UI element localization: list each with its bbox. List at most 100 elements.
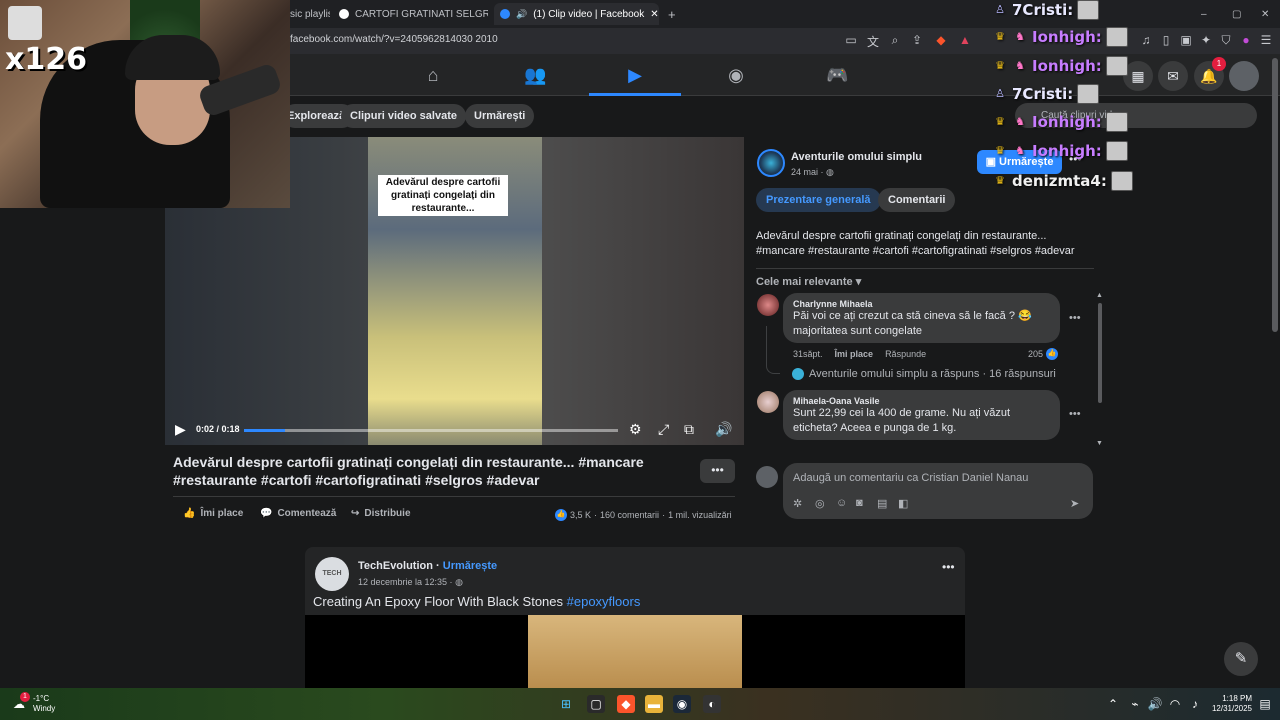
wifi-icon[interactable]: ◠ bbox=[1166, 695, 1184, 713]
play-icon[interactable]: ▶ bbox=[175, 421, 186, 438]
like-reaction-icon: 👍 bbox=[1046, 348, 1059, 360]
miniplayer-icon[interactable]: ⧉ bbox=[684, 421, 694, 438]
weather-widget[interactable]: -1°C Windy bbox=[33, 694, 55, 714]
weather-badge: 1 bbox=[20, 692, 30, 702]
groups-icon[interactable]: ◉ bbox=[725, 64, 747, 86]
file-explorer-icon[interactable]: ▬ bbox=[645, 695, 663, 713]
video-more-button[interactable]: ••• bbox=[700, 459, 735, 483]
url-field[interactable]: facebook.com/watch/?v=2405962814030 2010 bbox=[290, 34, 498, 45]
comment-more-icon[interactable]: ••• bbox=[1069, 312, 1081, 324]
comment-sort-dropdown[interactable]: Cele mai relevante ▾ bbox=[756, 275, 861, 288]
comment-composer[interactable]: Adaugă un comentariu ca Cristian Daniel … bbox=[783, 463, 1093, 519]
steam-icon[interactable]: ◉ bbox=[673, 695, 691, 713]
close-tab-icon[interactable]: ✕ bbox=[650, 9, 658, 20]
commenter-name[interactable]: Mihaela-Oana Vasile bbox=[793, 396, 1050, 406]
zoom-icon[interactable]: ⌕ bbox=[887, 33, 903, 48]
video-progress-bar[interactable] bbox=[244, 429, 618, 432]
comment-reply-button[interactable]: Răspunde bbox=[885, 349, 926, 359]
wallet-icon[interactable]: ▣ bbox=[1178, 33, 1194, 47]
send-icon[interactable]: ➤ bbox=[1070, 497, 1079, 510]
avatar-sticker-icon[interactable]: ✲ bbox=[793, 497, 802, 510]
thumbs-up-icon: 👍 bbox=[183, 508, 196, 519]
extensions-icon[interactable]: ✦ bbox=[1198, 33, 1214, 47]
tab-comments[interactable]: Comentarii bbox=[878, 188, 956, 212]
tab-overview[interactable]: Prezentare generală bbox=[756, 188, 881, 212]
like-button[interactable]: 👍 Îmi place bbox=[183, 508, 243, 519]
comments-count[interactable]: 160 comentarii bbox=[600, 510, 659, 520]
subtab-following[interactable]: Urmărești bbox=[465, 104, 535, 128]
comment-more-icon[interactable]: ••• bbox=[1069, 408, 1081, 420]
tab-playlist[interactable]: sic playlis bbox=[284, 3, 330, 25]
speaker-icon: 🔊 bbox=[516, 8, 528, 19]
music-icon[interactable]: ♫ bbox=[1138, 33, 1154, 47]
tab-facebook-video[interactable]: 🔊 (1) Clip video | Facebook ✕ bbox=[494, 3, 659, 25]
settings-icon[interactable]: ⚙ bbox=[629, 421, 642, 438]
system-clock[interactable]: 1:18 PM 12/31/2025 bbox=[1208, 694, 1252, 714]
brave-shield-icon[interactable]: ◆ bbox=[933, 33, 949, 47]
comment-reactions[interactable]: 205 👍 bbox=[1028, 348, 1059, 360]
commenter-name[interactable]: Charlynne Mihaela bbox=[793, 299, 1050, 309]
attach-sticker-icon[interactable]: ◧ bbox=[898, 497, 908, 510]
page-scrollbar[interactable] bbox=[1272, 58, 1278, 332]
volume-icon[interactable]: 🔊 bbox=[715, 421, 732, 438]
notifications-button[interactable]: 🔔 1 bbox=[1194, 57, 1226, 91]
rewards-icon[interactable]: ▲ bbox=[957, 33, 973, 47]
menu-icon[interactable]: ☰ bbox=[1258, 33, 1274, 47]
leo-icon[interactable]: ● bbox=[1238, 33, 1254, 47]
tab-google-search[interactable]: CARTOFI GRATINATI SELGROS - Căut bbox=[333, 3, 488, 25]
new-message-button[interactable]: ✎ bbox=[1224, 642, 1258, 676]
camera-icon[interactable]: ◙ bbox=[856, 497, 863, 509]
emoji-icon[interactable]: ☺ bbox=[836, 497, 847, 509]
home-icon[interactable]: ⌂ bbox=[422, 64, 444, 86]
chat-message: ♛ denizmta4: bbox=[992, 171, 1133, 191]
video-icon[interactable]: ▶ bbox=[624, 64, 646, 86]
comment-button[interactable]: 💬 Comentează bbox=[260, 508, 336, 519]
scroll-down-icon[interactable]: ▼ bbox=[1096, 440, 1103, 447]
brave-browser-icon[interactable]: ◆ bbox=[617, 695, 635, 713]
vpn-icon[interactable]: ⛉ bbox=[1218, 33, 1234, 48]
install-icon[interactable]: ▭ bbox=[843, 33, 859, 47]
hashtag-link[interactable]: #epoxyfloors bbox=[567, 594, 641, 609]
close-window-button[interactable]: ✕ bbox=[1255, 3, 1275, 25]
messenger-button[interactable]: ✉ bbox=[1158, 61, 1188, 91]
friends-icon[interactable]: 👥 bbox=[524, 64, 546, 86]
comment-like-button[interactable]: Îmi place bbox=[835, 349, 874, 359]
profile-avatar[interactable] bbox=[1229, 61, 1259, 91]
volume-tray-icon[interactable]: 🔊 bbox=[1146, 695, 1164, 713]
fullscreen-icon[interactable]: ⤢ bbox=[658, 421, 669, 438]
start-icon[interactable]: ⊞ bbox=[557, 695, 575, 713]
likes-count[interactable]: 3,5 K bbox=[570, 510, 591, 520]
commenter-avatar[interactable] bbox=[757, 294, 779, 316]
chat-emote bbox=[1105, 141, 1128, 161]
tray-chevron-icon[interactable]: ⌃ bbox=[1104, 695, 1122, 713]
page-avatar[interactable] bbox=[757, 149, 785, 177]
translate-icon[interactable]: 文 bbox=[865, 33, 881, 50]
comment-input[interactable]: Adaugă un comentariu ca Cristian Daniel … bbox=[793, 472, 1028, 484]
page-name[interactable]: Aventurile omului simplu bbox=[791, 151, 922, 163]
minimize-button[interactable]: – bbox=[1195, 3, 1213, 25]
scroll-up-icon[interactable]: ▲ bbox=[1096, 292, 1103, 299]
network-icon[interactable]: ⌁ bbox=[1126, 695, 1144, 713]
date-text: 12 decembrie la 12:35 · bbox=[358, 577, 456, 587]
commenter-avatar[interactable] bbox=[757, 391, 779, 413]
comments-scrollbar[interactable] bbox=[1098, 303, 1102, 403]
share-button[interactable]: ↪ Distribuie bbox=[351, 508, 411, 519]
chat-message: ♛ ♞ Ionhigh: bbox=[992, 56, 1128, 76]
sidebar-icon[interactable]: ▯ bbox=[1158, 33, 1174, 47]
sticker-icon[interactable]: ◎ bbox=[815, 497, 825, 510]
post-author-avatar[interactable]: TECH bbox=[315, 557, 349, 591]
author-name[interactable]: TechEvolution bbox=[358, 560, 433, 572]
reply-thread-link[interactable]: Aventurile omului simplu a răspuns · 16 … bbox=[792, 368, 1056, 380]
maximize-button[interactable]: ▢ bbox=[1226, 3, 1247, 25]
new-tab-button[interactable]: + bbox=[662, 3, 680, 25]
gaming-icon[interactable]: 🎮 bbox=[826, 64, 848, 86]
notifications-tray-icon[interactable]: ▤ bbox=[1256, 695, 1274, 713]
post-more-button[interactable]: ••• bbox=[942, 560, 955, 574]
share-icon[interactable]: ⇪ bbox=[909, 33, 925, 47]
gif-icon[interactable]: ▤ bbox=[877, 497, 887, 510]
post-follow-link[interactable]: Urmărește bbox=[443, 560, 497, 572]
app-icon[interactable]: ◐ bbox=[703, 695, 721, 713]
speaker-tray-icon[interactable]: ♪ bbox=[1186, 695, 1204, 713]
subtab-saved-videos[interactable]: Clipuri video salvate bbox=[341, 104, 466, 128]
task-view-icon[interactable]: ▢ bbox=[587, 695, 605, 713]
